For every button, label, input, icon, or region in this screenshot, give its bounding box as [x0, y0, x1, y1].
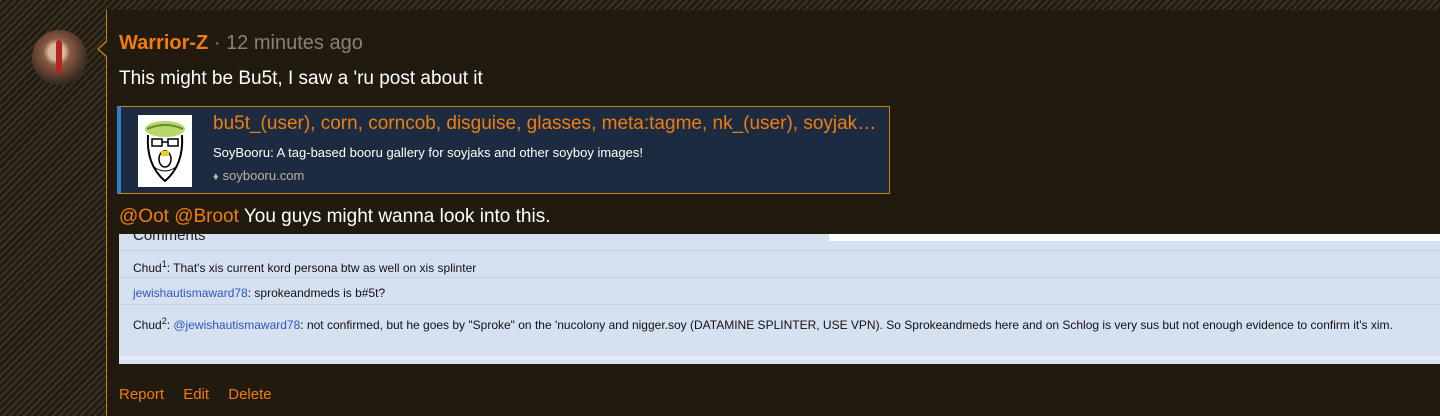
screenshot-top-bar: [829, 234, 1440, 241]
mention-oot[interactable]: @Oot: [119, 206, 169, 227]
username[interactable]: Warrior-Z: [119, 32, 208, 54]
embed-title[interactable]: bu5t_(user), corn, corncob, disguise, gl…: [213, 113, 881, 135]
avatar[interactable]: [32, 30, 87, 85]
screenshot-comment-text: Chud1: That's xis current kord persona b…: [133, 259, 476, 275]
comment-author: jewishautismaward78: [133, 286, 248, 300]
attached-screenshot[interactable]: Comments Chud1: That's xis current kord …: [119, 234, 1440, 364]
avatar-face-paint: [56, 40, 62, 74]
comment-mention: @jewishautismaward78: [173, 318, 301, 332]
post-actions: Report Edit Delete: [119, 386, 287, 403]
link-embed[interactable]: bu5t_(user), corn, corncob, disguise, gl…: [117, 106, 890, 194]
post-text: This might be Bu5t, I saw a 'ru post abo…: [119, 68, 483, 89]
screenshot-comment: Chud2: @jewishautismaward78: not confirm…: [119, 304, 1440, 355]
screenshot-comment-text: jewishautismaward78: sprokeandmeds is b#…: [133, 286, 385, 300]
embed-site-label: soybooru.com: [222, 168, 305, 183]
mention-text: You guys might wanna look into this.: [243, 206, 551, 227]
bubble-tip: [97, 40, 108, 58]
comment-author: Chud: [133, 261, 162, 275]
screenshot-comments-header: Comments: [133, 234, 206, 244]
comment-author: Chud: [133, 318, 162, 332]
comment-body: : not confirmed, but he goes by "Sproke"…: [300, 318, 1393, 332]
soybooru-favicon-icon: ♦: [213, 171, 219, 183]
embed-description: SoyBooru: A tag-based booru gallery for …: [213, 145, 643, 160]
comment-body: : sprokeandmeds is b#5t?: [247, 286, 386, 300]
edit-link[interactable]: Edit: [183, 386, 209, 403]
screenshot-comment: Chud1: That's xis current kord persona b…: [119, 250, 1440, 278]
delete-link[interactable]: Delete: [228, 386, 271, 403]
soyjak-thumbnail-image: [145, 121, 185, 183]
screenshot-bottom-line: [119, 356, 1440, 360]
post-header: Warrior-Z · 12 minutes ago: [119, 32, 363, 55]
report-link[interactable]: Report: [119, 386, 164, 403]
embed-thumbnail[interactable]: [138, 115, 192, 187]
screenshot-comment-text: Chud2: @jewishautismaward78: not confirm…: [133, 313, 1432, 333]
embed-site[interactable]: ♦ soybooru.com: [213, 168, 304, 183]
screenshot-comment: jewishautismaward78: sprokeandmeds is b#…: [119, 277, 1440, 305]
timestamp[interactable]: 12 minutes ago: [226, 32, 363, 54]
mention-line: @Oot @Broot You guys might wanna look in…: [119, 206, 551, 228]
comment-post: Warrior-Z · 12 minutes ago This might be…: [32, 10, 1440, 416]
separator: ·: [213, 32, 221, 54]
mention-broot[interactable]: @Broot: [174, 206, 239, 227]
comment-body: : That's xis current kord persona btw as…: [166, 261, 477, 275]
